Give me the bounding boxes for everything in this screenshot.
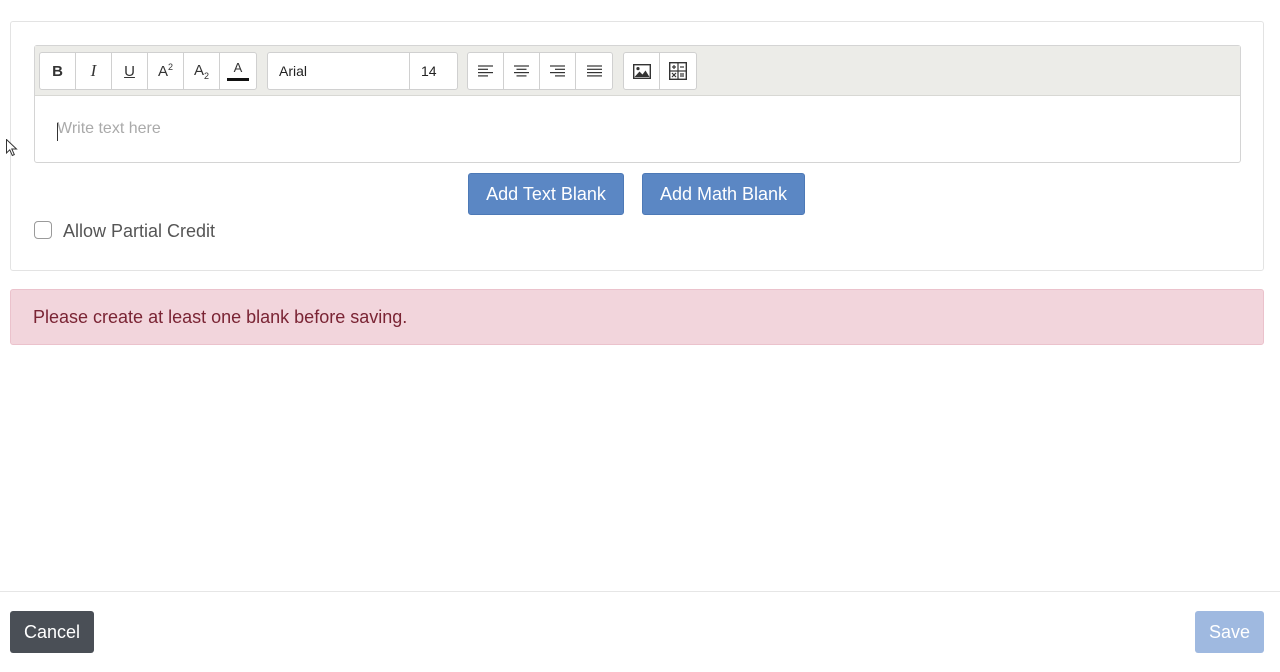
align-right-button[interactable] xyxy=(540,53,576,89)
save-button[interactable]: Save xyxy=(1195,611,1264,653)
superscript-button[interactable]: A2 xyxy=(148,53,184,89)
align-group xyxy=(467,52,613,90)
align-justify-button[interactable] xyxy=(576,53,612,89)
editor-text-area[interactable]: Write text here xyxy=(35,97,1240,162)
align-center-icon xyxy=(514,65,529,77)
align-left-button[interactable] xyxy=(468,53,504,89)
footer-divider xyxy=(0,591,1280,592)
text-caret xyxy=(57,123,58,141)
superscript-icon: A2 xyxy=(157,62,174,80)
bold-icon: B xyxy=(52,62,63,80)
font-color-button[interactable]: A xyxy=(220,53,256,89)
rich-text-editor: B I U A2 A2 A Arial 14 Write text here xyxy=(34,45,1241,163)
add-text-blank-button[interactable]: Add Text Blank xyxy=(468,173,624,215)
insert-group xyxy=(623,52,697,90)
font-family-select[interactable]: Arial xyxy=(268,53,410,89)
font-group: Arial 14 xyxy=(267,52,458,90)
image-icon xyxy=(632,63,651,79)
align-justify-icon xyxy=(586,65,602,77)
font-size-select[interactable]: 14 xyxy=(410,53,457,89)
editor-placeholder: Write text here xyxy=(57,120,161,137)
align-left-icon xyxy=(478,65,493,77)
format-group: B I U A2 A2 A xyxy=(39,52,257,90)
subscript-button[interactable]: A2 xyxy=(184,53,220,89)
mouse-pointer-icon xyxy=(6,139,18,157)
math-equation-icon xyxy=(669,62,687,80)
add-math-blank-button[interactable]: Add Math Blank xyxy=(642,173,805,215)
question-panel: B I U A2 A2 A Arial 14 Write text here A… xyxy=(10,21,1264,271)
cancel-button[interactable]: Cancel xyxy=(10,611,94,653)
insert-image-button[interactable] xyxy=(624,53,660,89)
allow-partial-credit-checkbox[interactable] xyxy=(34,221,52,239)
subscript-icon: A2 xyxy=(193,61,210,81)
allow-partial-credit-label[interactable]: Allow Partial Credit xyxy=(63,221,215,242)
italic-icon: I xyxy=(90,61,97,80)
bold-button[interactable]: B xyxy=(40,53,76,89)
align-right-icon xyxy=(550,65,565,77)
underline-button[interactable]: U xyxy=(112,53,148,89)
italic-button[interactable]: I xyxy=(76,53,112,89)
underline-icon: U xyxy=(124,62,135,80)
align-center-button[interactable] xyxy=(504,53,540,89)
insert-math-button[interactable] xyxy=(660,53,696,89)
editor-toolbar: B I U A2 A2 A Arial 14 xyxy=(35,46,1240,96)
font-color-swatch xyxy=(227,78,249,81)
font-color-icon: A xyxy=(233,59,243,75)
error-alert: Please create at least one blank before … xyxy=(10,289,1264,345)
